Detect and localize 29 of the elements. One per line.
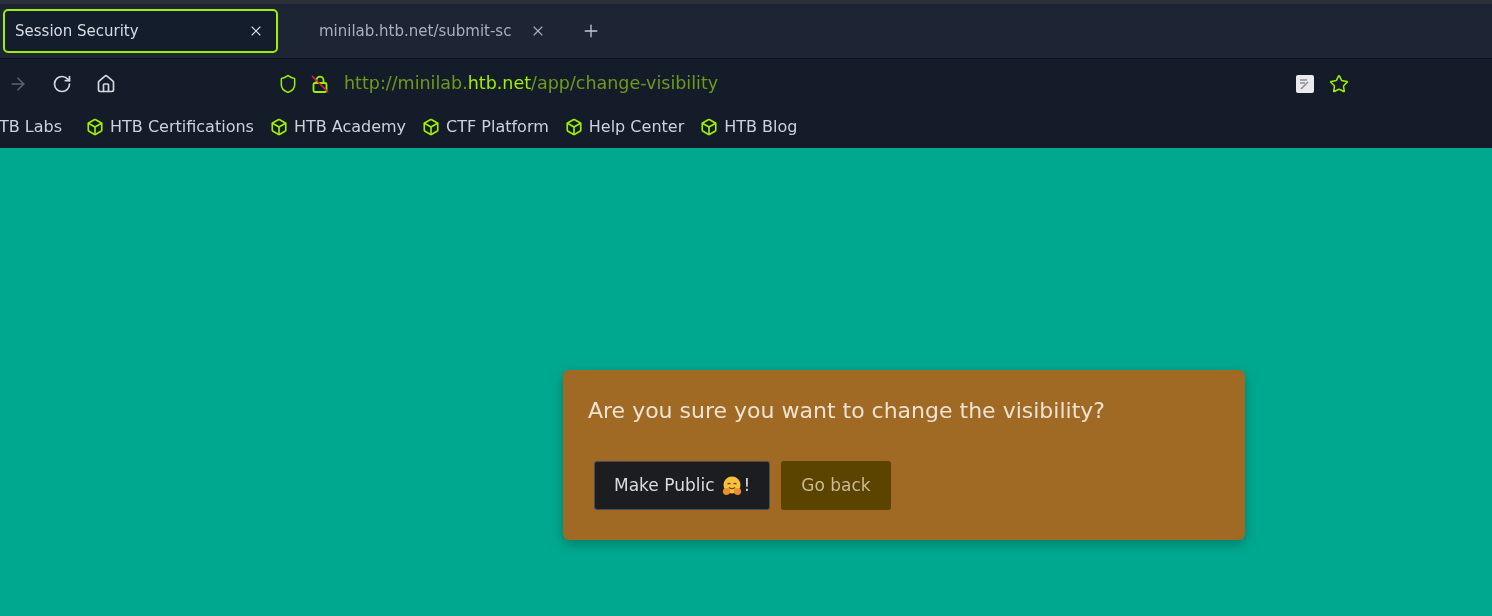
bookmark-item[interactable]: Help Center <box>564 115 685 139</box>
browser-tab[interactable]: Session Security <box>3 9 278 53</box>
cube-icon <box>700 118 719 136</box>
dialog-question: Are you sure you want to change the visibility? <box>588 397 1106 425</box>
bookmark-label: CTF Platform <box>446 116 549 138</box>
reload-icon <box>52 73 72 94</box>
home-icon <box>96 73 116 94</box>
bookmark-label: HTB Certifications <box>110 116 254 138</box>
bookmark-label: Help Center <box>588 116 685 138</box>
bookmark-label: HTB Academy <box>293 116 407 138</box>
browser-tab[interactable]: minilab.htb.net/submit-sc <box>311 9 556 53</box>
cube-icon <box>86 118 105 136</box>
notepad-icon[interactable] <box>1296 74 1314 93</box>
hugging-emoji-icon <box>721 475 742 496</box>
bookmark-item[interactable]: HTB Certifications <box>86 115 254 139</box>
go-back-button[interactable]: Go back <box>781 461 891 510</box>
cube-icon <box>269 118 288 136</box>
shield-icon[interactable] <box>278 73 298 94</box>
star-icon[interactable] <box>1329 73 1349 94</box>
make-public-button[interactable]: Make Public ! <box>594 461 771 510</box>
cube-icon <box>564 118 583 136</box>
bookmark-item[interactable]: HTB Academy <box>269 115 407 139</box>
tab-title: Session Security <box>15 20 139 42</box>
cube-icon <box>422 118 441 136</box>
tab-title: minilab.htb.net/submit-sc <box>319 20 512 42</box>
url-text[interactable]: http://minilab.htb.net/app/change-visibility <box>344 70 719 97</box>
bookmark-item[interactable]: HTB Blog <box>700 115 798 139</box>
bookmark-item[interactable]: CTF Platform <box>422 115 549 139</box>
bookmark-label: HTB Blog <box>724 116 798 138</box>
